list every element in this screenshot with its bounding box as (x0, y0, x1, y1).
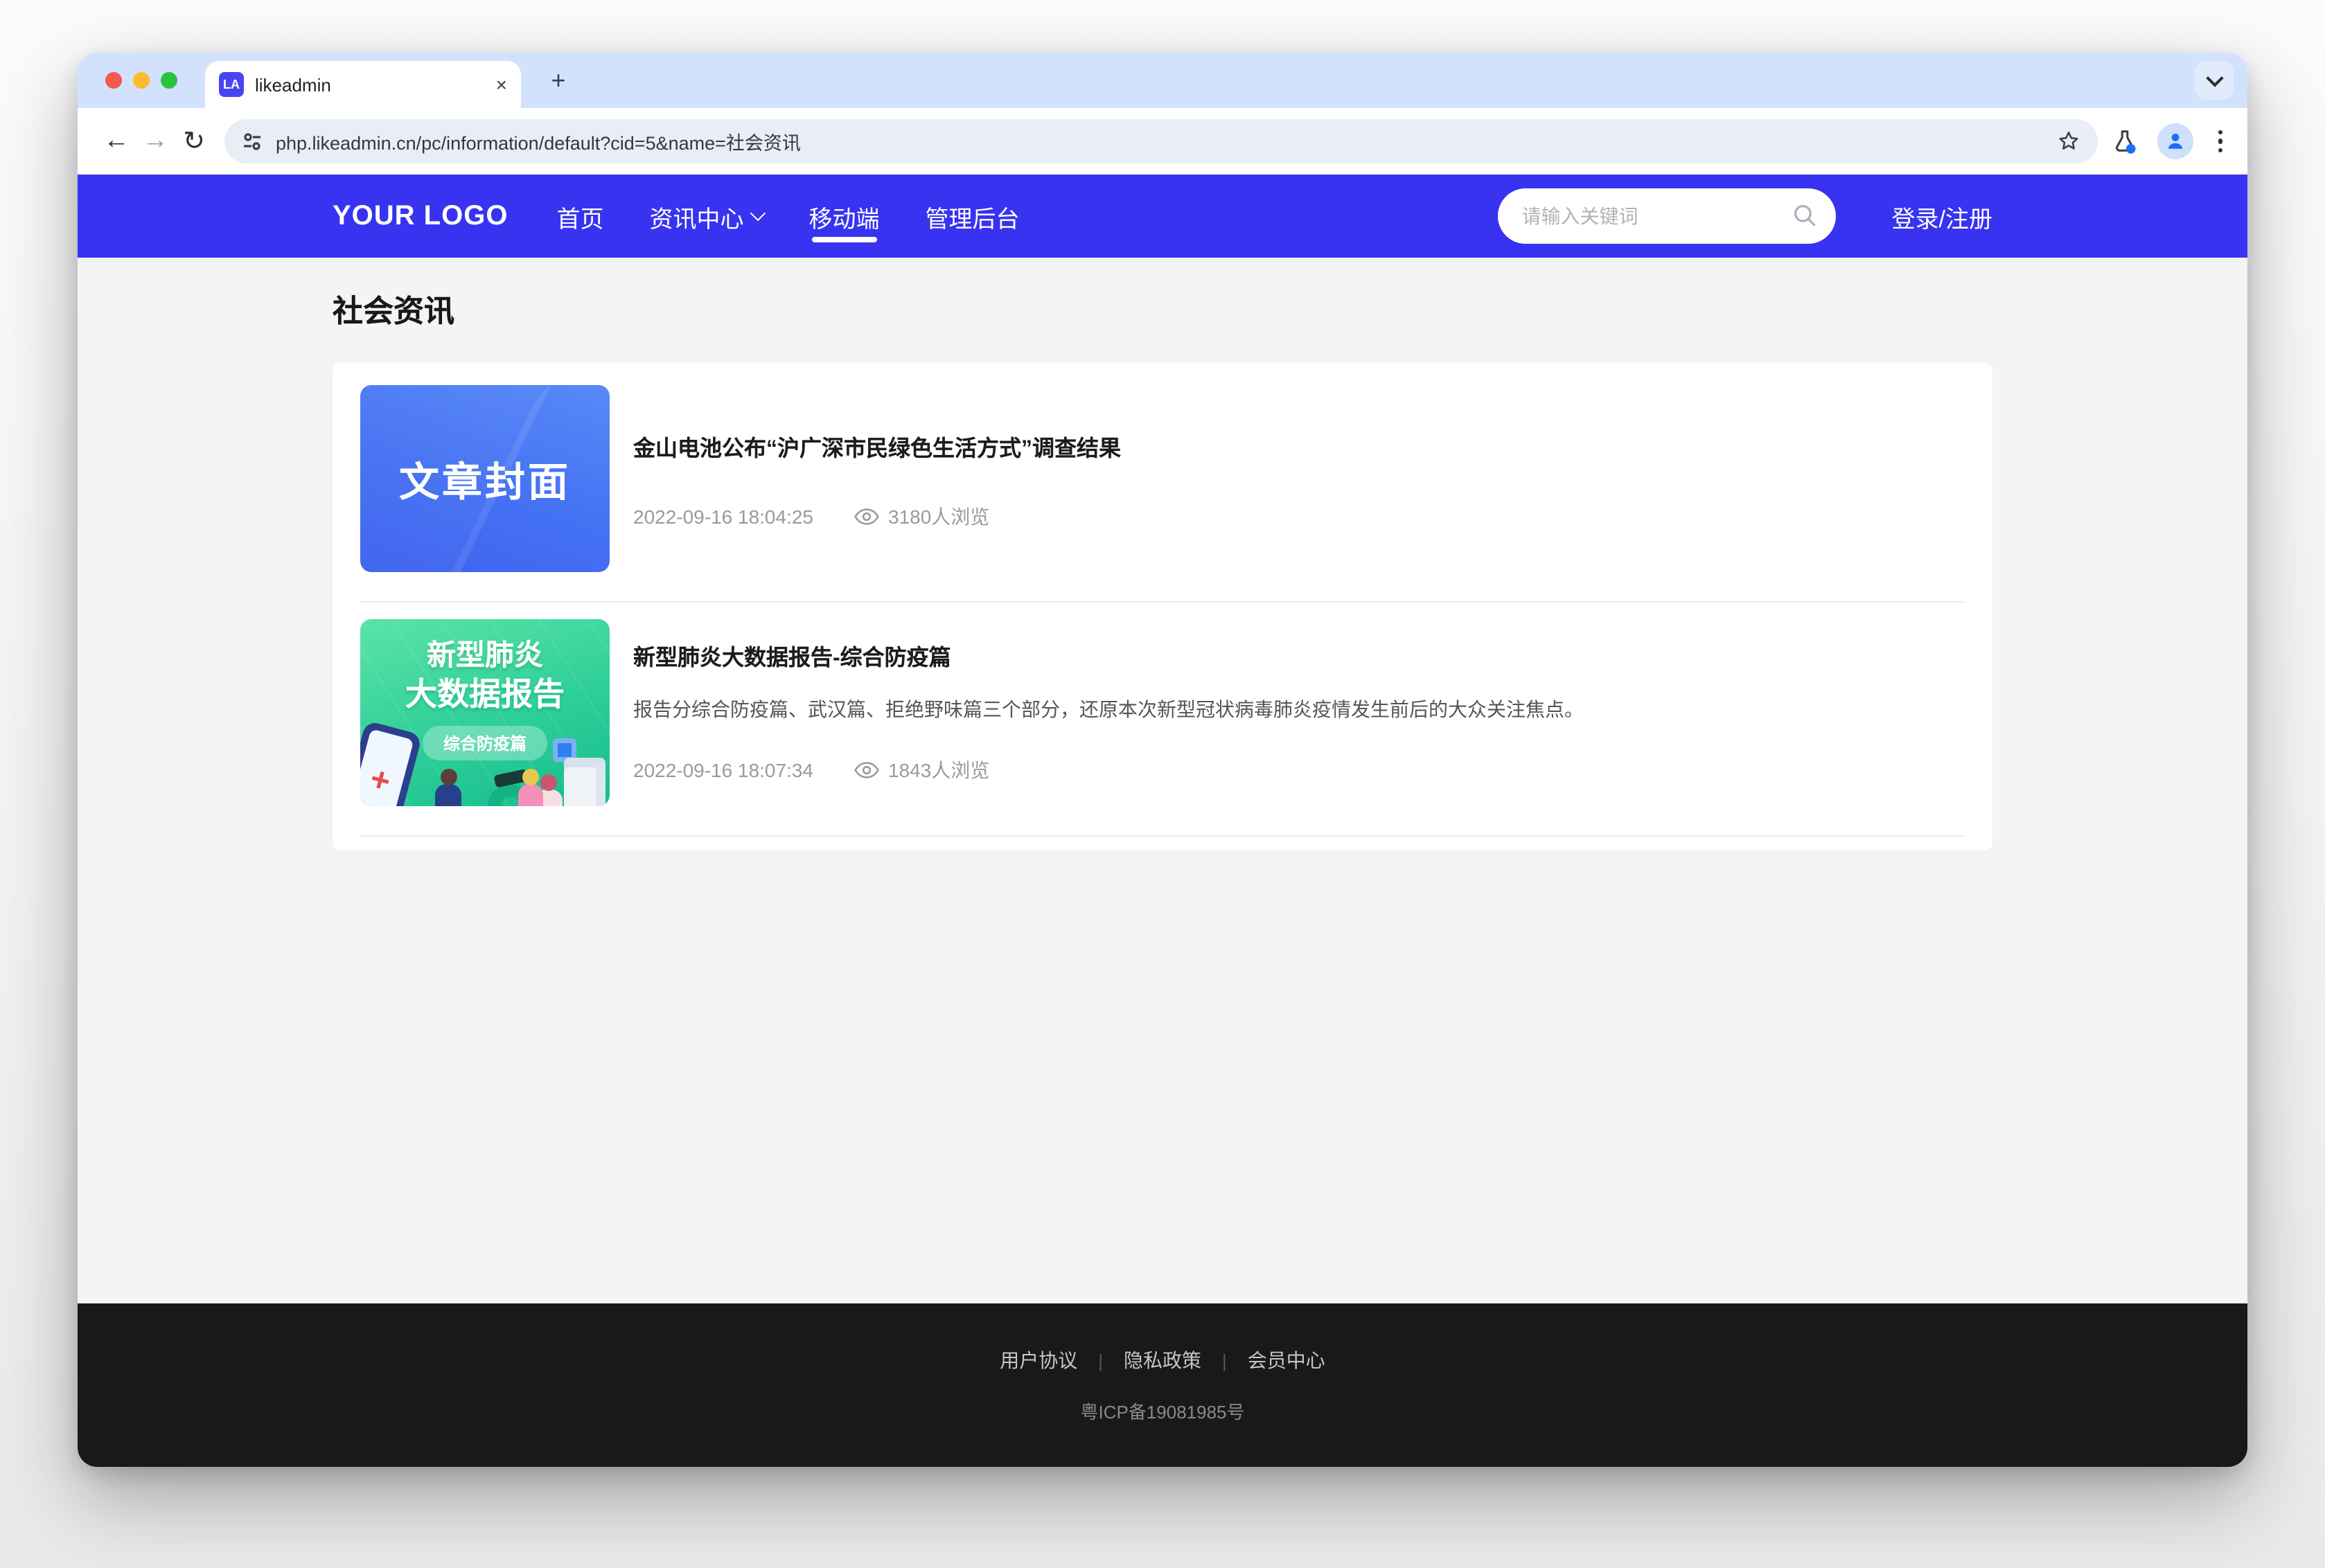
article-body: 新型肺炎大数据报告-综合防疫篇 报告分综合防疫篇、武汉篇、拒绝野味篇三个部分，还… (633, 619, 1965, 806)
phone-shape: + (360, 720, 423, 806)
tab-title: likeadmin (255, 74, 331, 95)
article-views: 3180人浏览 (888, 504, 989, 531)
address-bar[interactable]: php.likeadmin.cn/pc/information/default?… (224, 119, 2097, 163)
site-footer: 用户协议 | 隐私政策 | 会员中心 粤ICP备19081985号 (78, 1303, 2247, 1467)
experiments-flask-icon[interactable] (2111, 128, 2137, 154)
article-meta: 2022-09-16 18:04:25 3180人浏览 (633, 504, 1965, 531)
article-list-card: 文章封面 金山电池公布“沪广深市民绿色生活方式”调查结果 2022-09-16 … (333, 363, 1992, 850)
views-group: 3180人浏览 (854, 504, 989, 531)
footer-separator: | (1222, 1350, 1227, 1371)
person-icon (2164, 130, 2186, 152)
article-views: 1843人浏览 (888, 757, 989, 785)
menu-item-admin[interactable]: 管理后台 (925, 175, 1019, 258)
profile-avatar[interactable] (2157, 123, 2193, 159)
close-window-button[interactable] (105, 72, 122, 89)
main-content: 社会资讯 文章封面 金山电池公布“沪广深市民绿色生活方式”调查结果 2022-0… (78, 258, 2247, 1303)
bookmark-star-icon[interactable] (2056, 129, 2080, 154)
site-navbar: YOUR LOGO 首页 资讯中心 移动端 管理后台 (78, 175, 2247, 258)
machine-shape (564, 758, 605, 806)
tab-strip: LA likeadmin × + (78, 53, 2247, 108)
article-cover-image[interactable]: 文章封面 (360, 385, 610, 572)
menu-item-mobile[interactable]: 移动端 (808, 175, 879, 258)
browser-tab[interactable]: LA likeadmin × (205, 61, 521, 108)
maximize-window-button[interactable] (161, 72, 177, 89)
person-shape (518, 784, 543, 806)
stage: LA likeadmin × + ← → ↻ php.likeadmin. (0, 0, 2325, 1568)
eye-icon (854, 508, 880, 527)
toolbar-actions (2111, 123, 2228, 159)
forward-button[interactable]: → (136, 122, 175, 161)
site-settings-icon[interactable] (241, 130, 263, 152)
article-row[interactable]: 新型肺炎 大数据报告 综合防疫篇 + (360, 603, 1965, 837)
article-body: 金山电池公布“沪广深市民绿色生活方式”调查结果 2022-09-16 18:04… (633, 385, 1965, 572)
site-favicon: LA (219, 72, 244, 97)
browser-toolbar: ← → ↻ php.likeadmin.cn/pc/information/de… (78, 108, 2247, 175)
new-tab-button[interactable]: + (543, 65, 574, 96)
tab-close-icon[interactable]: × (496, 75, 507, 94)
login-register-link[interactable]: 登录/注册 (1892, 199, 1992, 233)
search-icon[interactable] (1794, 204, 1817, 227)
footer-link-member-center[interactable]: 会员中心 (1248, 1346, 1325, 1374)
footer-link-user-agreement[interactable]: 用户协议 (1000, 1346, 1077, 1374)
tab-search-button[interactable] (2195, 61, 2234, 100)
url-text: php.likeadmin.cn/pc/information/default?… (276, 127, 2043, 155)
article-meta: 2022-09-16 18:07:34 1843人浏览 (633, 757, 1965, 785)
person-shape (435, 784, 461, 806)
cover-text-line2: 大数据报告 (405, 675, 565, 717)
chevron-down-icon (750, 206, 766, 222)
cover-badge: 综合防疫篇 (423, 726, 547, 760)
article-description: 报告分综合防疫篇、武汉篇、拒绝野味篇三个部分，还原本次新型冠状病毒肺炎疫情发生前… (633, 696, 1965, 725)
minimize-window-button[interactable] (133, 72, 150, 89)
reload-button[interactable]: ↻ (175, 122, 213, 161)
browser-window: LA likeadmin × + ← → ↻ php.likeadmin. (78, 53, 2247, 1467)
cover-text-line1: 新型肺炎 (427, 637, 543, 675)
menu-item-news-center[interactable]: 资讯中心 (649, 175, 763, 258)
views-group: 1843人浏览 (854, 757, 989, 785)
article-cover-image[interactable]: 新型肺炎 大数据报告 综合防疫篇 + (360, 619, 610, 806)
back-button[interactable]: ← (97, 122, 136, 161)
search-input[interactable] (1499, 188, 1837, 244)
icp-number: 粤ICP备19081985号 (1080, 1398, 1244, 1424)
article-date: 2022-09-16 18:04:25 (633, 506, 813, 528)
footer-link-privacy-policy[interactable]: 隐私政策 (1124, 1346, 1201, 1374)
article-date: 2022-09-16 18:07:34 (633, 760, 813, 782)
menu-item-home[interactable]: 首页 (556, 175, 603, 258)
more-menu-icon[interactable] (2212, 130, 2228, 152)
window-controls (105, 72, 177, 89)
cover-text: 文章封面 (399, 449, 571, 508)
keyword-search (1499, 188, 1837, 244)
article-title[interactable]: 新型肺炎大数据报告-综合防疫篇 (633, 644, 1965, 675)
site-logo[interactable]: YOUR LOGO (333, 200, 508, 232)
article-row[interactable]: 文章封面 金山电池公布“沪广深市民绿色生活方式”调查结果 2022-09-16 … (360, 366, 1965, 603)
eye-icon (854, 761, 880, 781)
footer-separator: | (1098, 1350, 1103, 1371)
main-menu: 首页 资讯中心 移动端 管理后台 (556, 175, 1019, 258)
article-title[interactable]: 金山电池公布“沪广深市民绿色生活方式”调查结果 (633, 435, 1965, 466)
footer-links: 用户协议 | 隐私政策 | 会员中心 (1000, 1346, 1325, 1374)
chevron-down-icon (2205, 69, 2222, 86)
page-title: 社会资讯 (333, 287, 1992, 331)
